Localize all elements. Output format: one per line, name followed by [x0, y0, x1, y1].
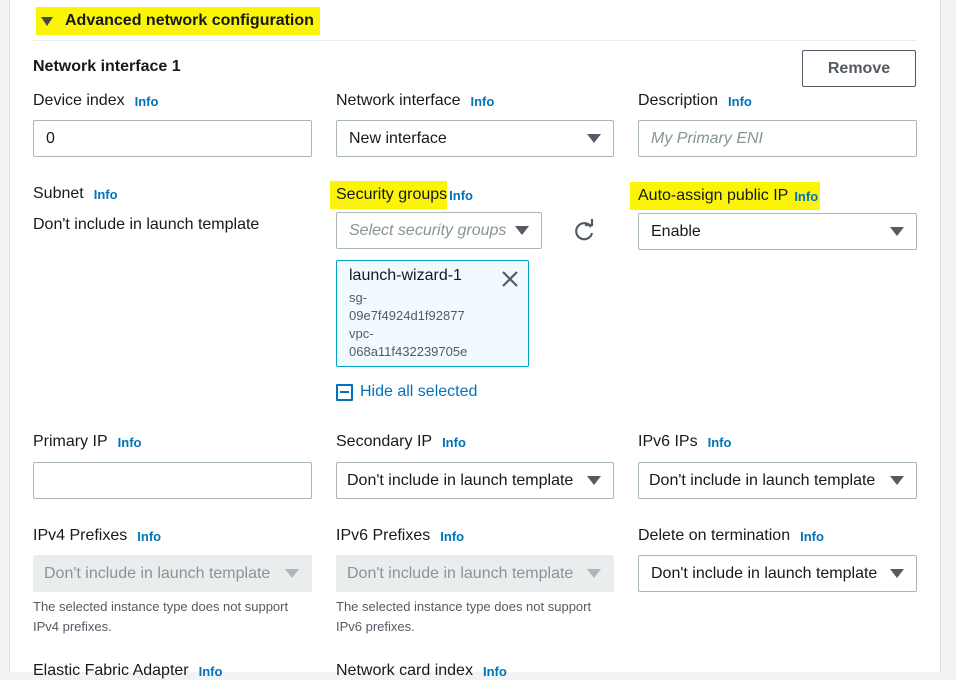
network-interface-select[interactable]: New interface — [336, 120, 614, 157]
auto-assign-ip-select[interactable]: Enable — [638, 213, 917, 250]
dropdown-arrow-icon — [587, 569, 601, 578]
secondary-ip-info-link[interactable]: Info — [442, 435, 466, 450]
elastic-fabric-adapter-label: Elastic Fabric Adapter Info — [33, 662, 223, 679]
ipv6-prefixes-info-link[interactable]: Info — [440, 529, 464, 544]
dropdown-arrow-icon — [285, 569, 299, 578]
dropdown-arrow-icon — [587, 134, 601, 143]
remove-button[interactable]: Remove — [802, 50, 916, 87]
collapse-icon — [336, 383, 353, 401]
ipv4-prefixes-info-link[interactable]: Info — [137, 529, 161, 544]
caret-down-icon — [41, 16, 53, 26]
dropdown-arrow-icon — [587, 476, 601, 485]
section-title: Advanced network configuration — [65, 12, 314, 29]
ipv6-ips-info-link[interactable]: Info — [708, 435, 732, 450]
primary-ip-info-link[interactable]: Info — [118, 435, 142, 450]
section-divider — [33, 40, 917, 41]
interface-title: Network interface 1 — [33, 58, 181, 75]
ipv6-prefixes-select: Don't include in launch template — [336, 555, 614, 592]
delete-on-termination-label: Delete on termination Info — [638, 527, 824, 544]
subnet-value: Don't include in launch template — [33, 216, 260, 233]
ipv6-ips-select[interactable]: Don't include in launch template — [638, 462, 917, 499]
token-name: launch-wizard-1 — [349, 267, 462, 284]
device-index-info-link[interactable]: Info — [135, 94, 159, 109]
ipv4-prefixes-label: IPv4 Prefixes Info — [33, 527, 162, 544]
network-interface-info-link[interactable]: Info — [471, 94, 495, 109]
hide-all-selected-link[interactable]: Hide all selected — [336, 383, 477, 401]
dropdown-arrow-icon — [890, 476, 904, 485]
dropdown-arrow-icon — [515, 226, 529, 235]
elastic-fabric-adapter-info-link[interactable]: Info — [199, 664, 223, 679]
security-groups-info-link[interactable]: Info — [449, 188, 473, 203]
ipv6-prefixes-label: IPv6 Prefixes Info — [336, 527, 465, 544]
advanced-network-config-toggle[interactable]: Advanced network configuration — [36, 7, 320, 35]
delete-on-termination-info-link[interactable]: Info — [800, 529, 824, 544]
close-icon[interactable] — [500, 269, 520, 289]
ipv4-prefixes-help: The selected instance type does not supp… — [33, 599, 289, 634]
network-card-index-label: Network card index Info — [336, 662, 507, 679]
primary-ip-label: Primary IP Info — [33, 433, 142, 450]
auto-assign-ip-info-link[interactable]: Info — [792, 182, 821, 210]
token-description: sg- 09e7f4924d1f92877 vpc- 068a11f432239… — [349, 290, 468, 359]
primary-ip-input[interactable] — [33, 462, 312, 499]
dropdown-arrow-icon — [890, 227, 904, 236]
network-card-index-info-link[interactable]: Info — [483, 664, 507, 679]
auto-assign-ip-label: Auto-assign public IP Info — [630, 181, 821, 211]
dropdown-arrow-icon — [890, 569, 904, 578]
security-groups-label: Security groups Info — [330, 180, 473, 210]
device-index-label: Device index Info — [33, 92, 159, 109]
network-interface-label: Network interface Info — [336, 92, 495, 109]
secondary-ip-select[interactable]: Don't include in launch template — [336, 462, 614, 499]
subnet-label: Subnet Info — [33, 185, 118, 202]
description-info-link[interactable]: Info — [728, 94, 752, 109]
ipv6-prefixes-help: The selected instance type does not supp… — [336, 599, 592, 634]
refresh-icon[interactable] — [571, 218, 597, 244]
description-label: Description Info — [638, 92, 752, 109]
delete-on-termination-select[interactable]: Don't include in launch template — [638, 555, 917, 592]
security-groups-select[interactable]: Select security groups — [336, 212, 542, 249]
description-input[interactable]: My Primary ENI — [638, 120, 917, 157]
ipv4-prefixes-select: Don't include in launch template — [33, 555, 312, 592]
device-index-input[interactable]: 0 — [33, 120, 312, 157]
ipv6-ips-label: IPv6 IPs Info — [638, 433, 732, 450]
security-group-token: launch-wizard-1 sg- 09e7f4924d1f92877 vp… — [336, 260, 529, 367]
secondary-ip-label: Secondary IP Info — [336, 433, 466, 450]
subnet-info-link[interactable]: Info — [94, 187, 118, 202]
